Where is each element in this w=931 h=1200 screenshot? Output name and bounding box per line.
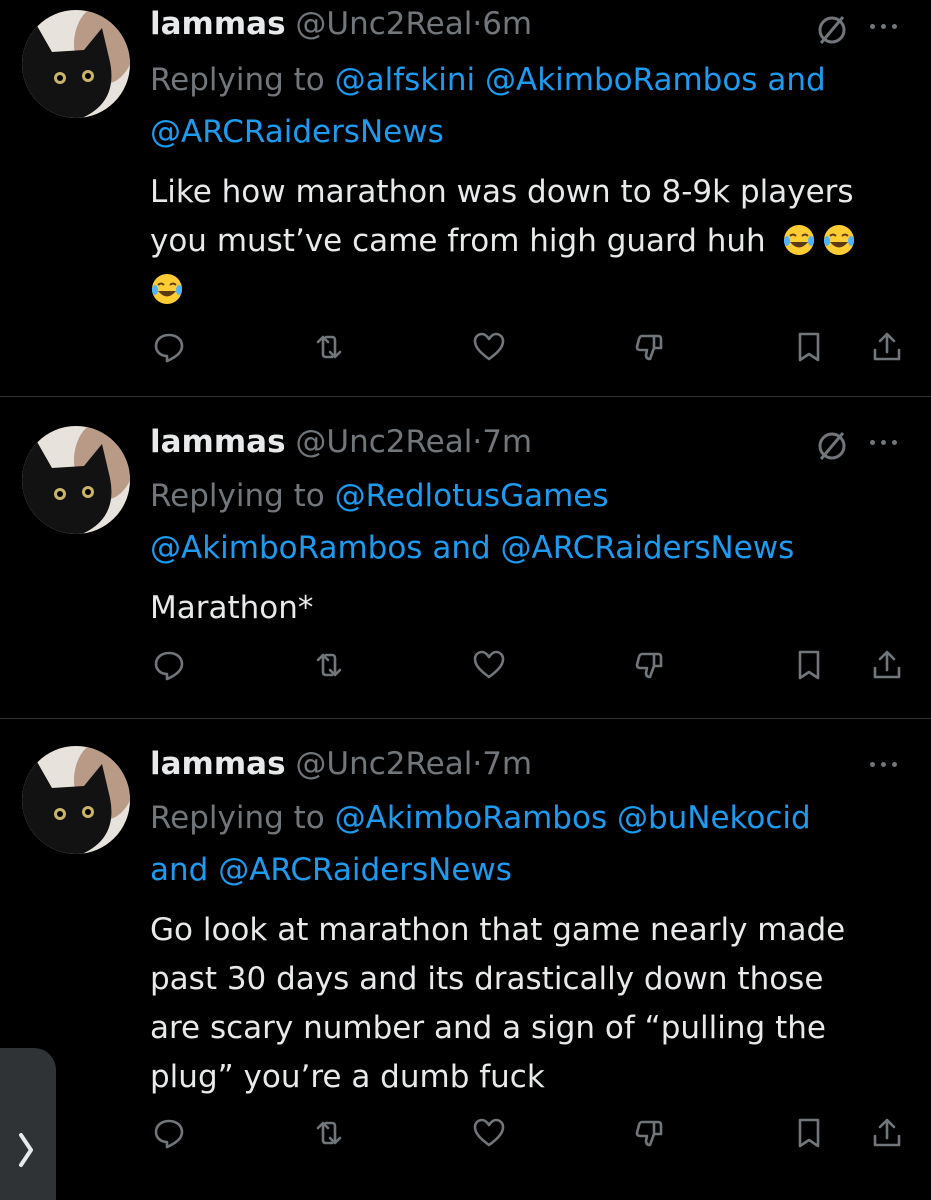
- mention-link[interactable]: @alfskini: [335, 62, 476, 98]
- mention-link[interactable]: @AkimboRambos: [335, 800, 607, 836]
- mention-link[interactable]: @ARCRaidersNews: [150, 114, 444, 150]
- muted-conversation-icon[interactable]: [812, 426, 852, 466]
- replying-to: Replying to @AkimboRambos @buNekocid and…: [150, 792, 890, 896]
- face-with-tears-of-joy-icon: [823, 225, 854, 255]
- avatar[interactable]: [22, 426, 130, 534]
- action-bar: [150, 1116, 910, 1156]
- mention-link[interactable]: @ARCRaidersNews: [218, 852, 512, 888]
- post-divider: [0, 396, 931, 397]
- cat-avatar-icon: [22, 426, 130, 534]
- bookmark-icon[interactable]: [792, 330, 832, 370]
- post-text-line: Go look at marathon that game nearly mad…: [150, 912, 846, 948]
- timestamp[interactable]: 7m: [482, 424, 532, 460]
- share-icon[interactable]: [870, 648, 910, 688]
- replying-to: Replying to @alfskini @AkimboRambos and …: [150, 54, 890, 158]
- reply-icon[interactable]: [152, 330, 192, 370]
- post-header: lammas @Unc2Real·7m: [150, 746, 532, 783]
- and-text: and: [767, 62, 826, 98]
- post-text-line: plug” you’re a dumb fuck: [150, 1059, 545, 1095]
- post-text-line: are scary number and a sign of “pulling …: [150, 1010, 826, 1046]
- repost-icon[interactable]: [312, 1116, 352, 1156]
- cat-avatar-icon: [22, 10, 130, 118]
- display-name[interactable]: lammas: [150, 746, 286, 782]
- separator-dot: ·: [472, 6, 483, 42]
- share-icon[interactable]: [870, 1116, 910, 1156]
- more-options-button[interactable]: [862, 744, 906, 784]
- replying-to-label: Replying to: [150, 62, 325, 98]
- mention-link[interactable]: @ARCRaidersNews: [501, 530, 795, 566]
- mention-link[interactable]: @AkimboRambos: [485, 62, 757, 98]
- face-with-tears-of-joy-icon: [783, 225, 814, 255]
- side-drawer-tab[interactable]: [0, 1048, 56, 1200]
- display-name[interactable]: lammas: [150, 6, 286, 42]
- separator-dot: ·: [472, 746, 483, 782]
- separator-dot: ·: [472, 424, 483, 460]
- action-bar: [150, 330, 910, 370]
- like-icon[interactable]: [472, 648, 512, 688]
- reply-icon[interactable]: [152, 1116, 192, 1156]
- mention-link[interactable]: @AkimboRambos: [150, 530, 422, 566]
- more-options-button[interactable]: [862, 422, 906, 462]
- post-2[interactable]: lammas @Unc2Real·7m Replying to @Redlotu…: [0, 398, 931, 716]
- timestamp[interactable]: 7m: [482, 746, 532, 782]
- post-header: lammas @Unc2Real·6m: [150, 6, 532, 43]
- mention-link[interactable]: @buNekocid: [617, 800, 811, 836]
- user-handle[interactable]: @Unc2Real: [295, 6, 472, 42]
- mention-link[interactable]: @RedlotusGames: [335, 478, 609, 514]
- and-text: and: [150, 852, 209, 888]
- share-icon[interactable]: [870, 330, 910, 370]
- post-text: Marathon*: [150, 584, 910, 633]
- display-name[interactable]: lammas: [150, 424, 286, 460]
- repost-icon[interactable]: [312, 648, 352, 688]
- action-bar: [150, 648, 910, 688]
- muted-conversation-icon[interactable]: [812, 10, 852, 50]
- replying-to: Replying to @RedlotusGames @AkimboRambos…: [150, 470, 890, 574]
- post-3[interactable]: lammas @Unc2Real·7m Replying to @AkimboR…: [0, 720, 931, 1200]
- post-text: Like how marathon was down to 8-9k playe…: [150, 168, 910, 315]
- user-handle[interactable]: @Unc2Real: [295, 746, 472, 782]
- dislike-icon[interactable]: [632, 330, 672, 370]
- bookmark-icon[interactable]: [792, 1116, 832, 1156]
- avatar[interactable]: [22, 10, 130, 118]
- post-text-line: past 30 days and its drastically down th…: [150, 961, 824, 997]
- bookmark-icon[interactable]: [792, 648, 832, 688]
- replying-to-label: Replying to: [150, 800, 325, 836]
- post-text-line: you must’ve came from high guard huh: [150, 223, 766, 259]
- timestamp[interactable]: 6m: [482, 6, 532, 42]
- chevron-right-icon: [19, 1133, 33, 1167]
- and-text: and: [432, 530, 491, 566]
- post-1[interactable]: lammas @Unc2Real·6m Replying to @alfskin…: [0, 0, 931, 394]
- like-icon[interactable]: [472, 330, 512, 370]
- reply-icon[interactable]: [152, 648, 192, 688]
- user-handle[interactable]: @Unc2Real: [295, 424, 472, 460]
- replying-to-label: Replying to: [150, 478, 325, 514]
- post-header: lammas @Unc2Real·7m: [150, 424, 532, 461]
- post-text-line: Marathon*: [150, 590, 314, 626]
- post-text: Go look at marathon that game nearly mad…: [150, 906, 910, 1102]
- cat-avatar-icon: [22, 746, 130, 854]
- post-divider: [0, 718, 931, 719]
- face-with-tears-of-joy-icon: [152, 274, 182, 304]
- dislike-icon[interactable]: [632, 1116, 672, 1156]
- like-icon[interactable]: [472, 1116, 512, 1156]
- dislike-icon[interactable]: [632, 648, 672, 688]
- avatar[interactable]: [22, 746, 130, 854]
- repost-icon[interactable]: [312, 330, 352, 370]
- more-options-button[interactable]: [862, 6, 906, 46]
- post-text-line: Like how marathon was down to 8-9k playe…: [150, 174, 854, 210]
